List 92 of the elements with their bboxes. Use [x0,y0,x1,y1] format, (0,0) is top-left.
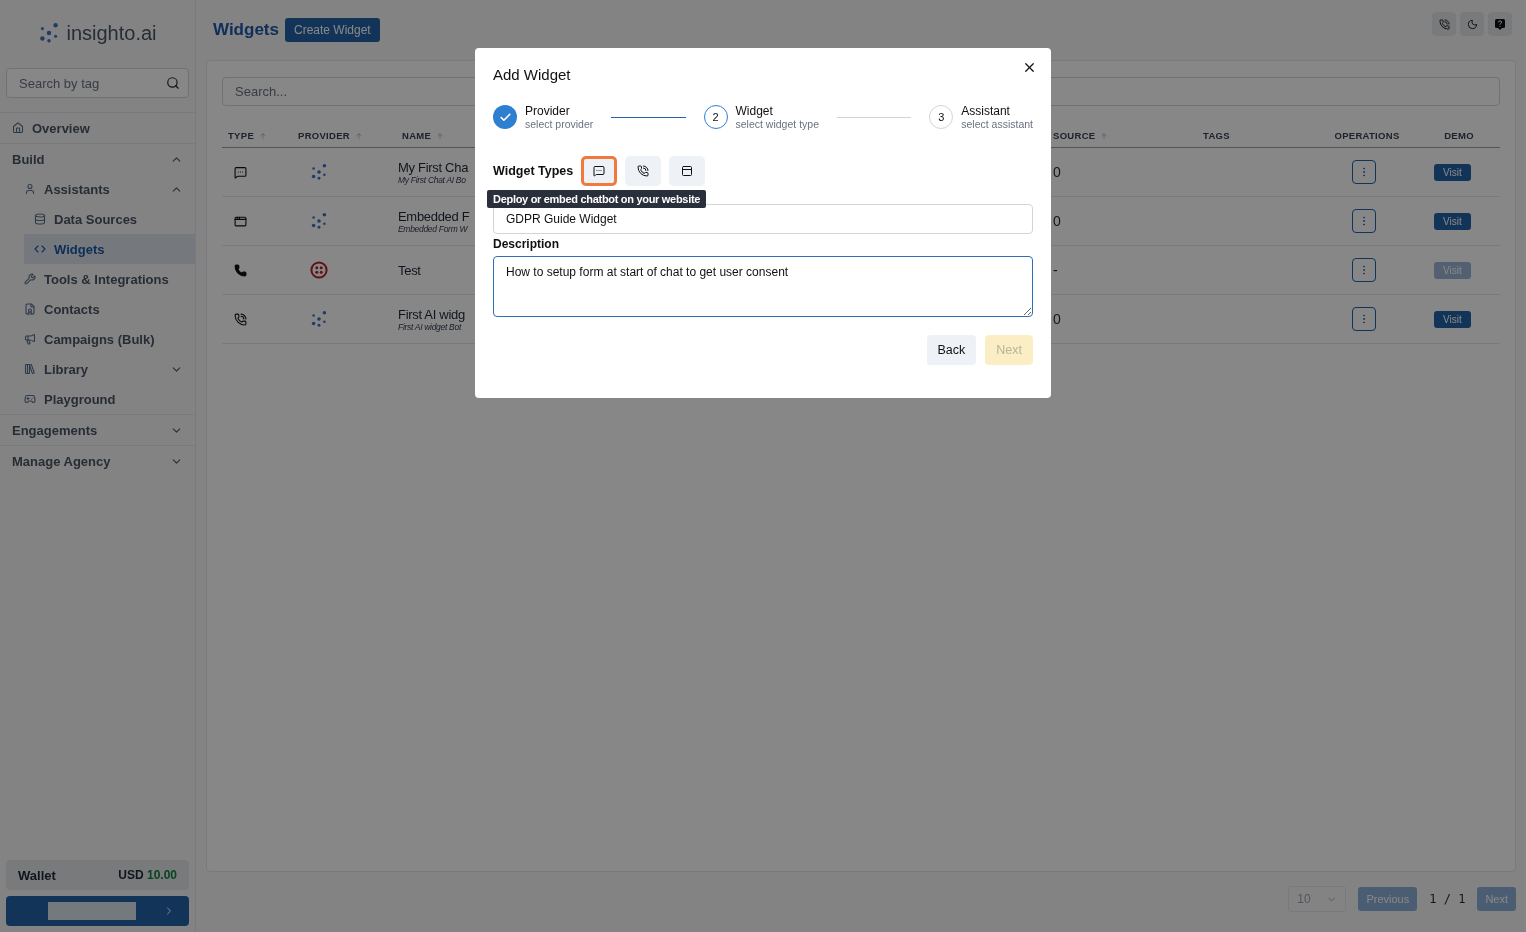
sidebar-item[interactable]: Library [0,354,195,384]
column-header: OPERATIONS [1333,130,1401,141]
brand-name: insighto.ai [66,21,157,45]
phone-call-icon [234,312,247,326]
sidebar-section[interactable]: Build [0,143,195,174]
chat-icon [234,165,247,179]
table-cell: 0 [1053,311,1061,327]
search-icon [166,76,180,90]
phone-icon [234,263,247,277]
column-header: DEMO [1443,130,1475,141]
moon-icon [1466,18,1478,30]
description-field[interactable]: How to setup form at start of chat to get user consent [493,256,1033,317]
sidebar-item[interactable]: Campaigns (Bulk) [0,324,195,354]
widget-type-button[interactable] [625,156,662,186]
dots-logo-icon [38,22,61,44]
step-subtitle: select provider [525,118,594,130]
dots-logo-icon [310,310,328,328]
sidebar-item[interactable]: Widgets [24,234,195,264]
page-indicator: 1 / 1 [1429,892,1466,906]
widget-types-label: Widget Types [493,164,574,178]
help-button[interactable] [1488,12,1512,36]
step-title: Widget [735,104,774,118]
column-header[interactable]: PROVIDER [292,130,396,141]
check-icon [498,110,512,124]
widget-subtitle: First AI widget Bot [398,321,461,332]
widget-subtitle: Embedded Form W [398,223,468,234]
form-icon [681,165,694,177]
gamepad-icon [24,393,36,405]
user-icon [24,183,36,195]
sidebar-section[interactable]: Engagements [0,414,195,445]
operations-button[interactable] [1352,307,1376,331]
column-header[interactable]: SOURCE [1047,130,1197,141]
step-title: Assistant [961,104,1011,118]
dots-logo-icon [310,212,328,230]
account-button[interactable] [6,896,189,926]
step-subtitle: select widget type [735,118,819,130]
widget-name: Embedded F [398,208,470,224]
name-field[interactable]: GDPR Guide Widget [493,204,1033,234]
sort-arrow-icon [259,131,267,140]
column-header[interactable]: TYPE [222,130,292,141]
operations-button[interactable] [1352,160,1376,184]
phone-call-icon [637,165,650,177]
wallet-balance: USD 10.00 [118,868,177,882]
visit-button[interactable]: Visit [1434,310,1471,328]
chat-icon [593,165,606,177]
home-icon [12,122,24,134]
phone-icon [1438,18,1450,30]
create-widget-button[interactable]: Create Widget [284,18,380,42]
megaphone-icon [24,333,36,345]
widget-subtitle: My First Chat AI Bo [398,174,466,185]
library-icon [24,363,36,375]
wallet-label: Wallet [18,867,56,883]
sort-arrow-icon [436,131,445,140]
sidebar-item[interactable]: Contacts [0,294,195,324]
page-title: Widgets [213,20,279,40]
step-title: Provider [525,104,571,118]
window-icon [234,214,247,228]
contact-icon [24,303,36,315]
table-cell: 0 [1053,164,1061,180]
sidebar-item[interactable]: Tools & Integrations [0,264,195,294]
sidebar-item[interactable]: Data Sources [24,204,195,234]
visit-button[interactable]: Visit [1434,212,1471,230]
table-cell: - [1053,262,1058,278]
theme-button[interactable] [1460,12,1484,36]
sort-arrow-icon [1100,131,1109,140]
provider-circle-icon [310,261,328,279]
database-icon [34,213,46,225]
sidebar-item[interactable]: Assistants [0,174,195,204]
step-subtitle: select assistant [961,118,1033,130]
dots-logo-icon [310,163,328,181]
wrench-icon [24,273,36,285]
description-label: Description [493,237,560,251]
sidebar-item[interactable]: Overview [0,113,195,143]
widget-name: First AI widg [398,306,465,322]
sidebar-item[interactable]: Playground [0,384,195,414]
back-button[interactable]: Back [926,335,977,365]
help-icon [1495,18,1505,30]
widget-name: Test [398,262,421,278]
widget-name: My First Cha [398,159,469,175]
column-header: TAGS [1202,130,1231,141]
operations-button[interactable] [1352,209,1376,233]
operations-button[interactable] [1352,258,1376,282]
close-icon [1022,60,1037,75]
visit-button[interactable]: Visit [1434,163,1471,181]
tag-search-field[interactable]: Search by tag [6,68,189,98]
phone-button[interactable] [1432,12,1456,36]
column-header[interactable]: NAME [396,130,475,141]
code-icon [34,243,46,255]
table-cell: 0 [1053,213,1061,229]
widget-type-button[interactable] [669,156,706,186]
sidebar-section[interactable]: Manage Agency [0,445,195,476]
sort-arrow-icon [355,131,364,140]
